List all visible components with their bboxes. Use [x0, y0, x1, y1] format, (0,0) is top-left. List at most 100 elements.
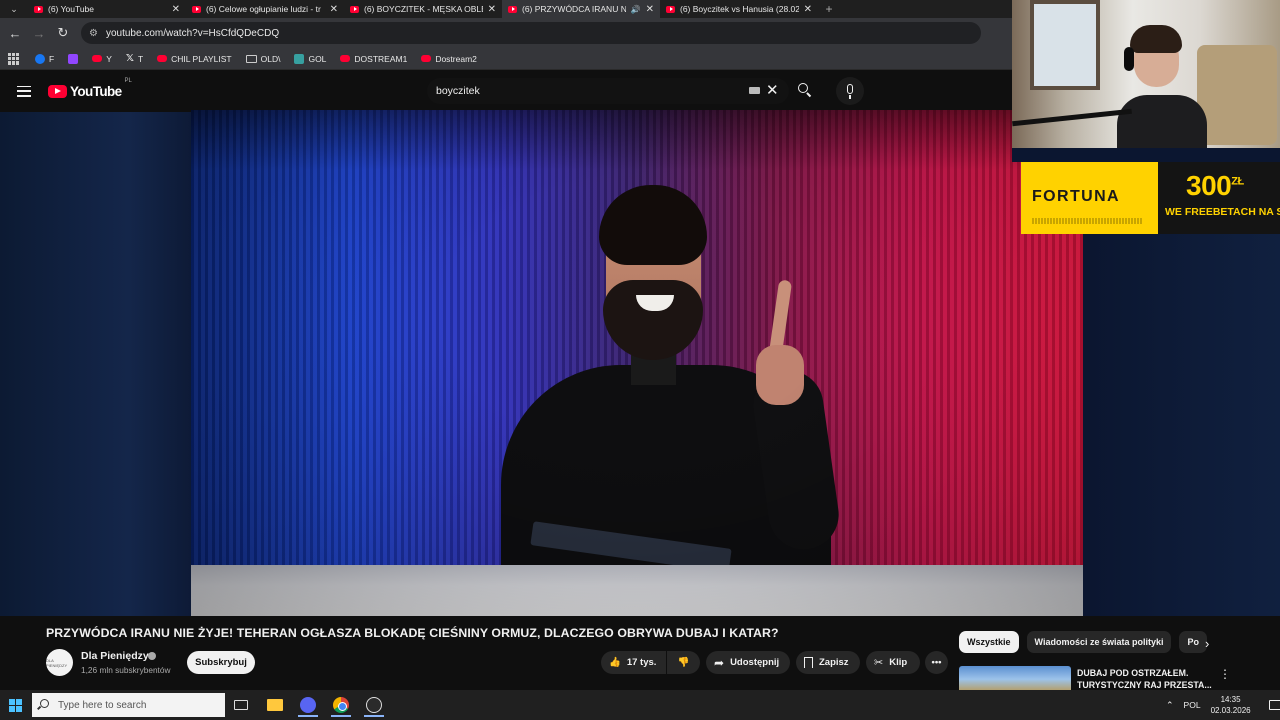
- tab-title: (6) YouTube: [48, 4, 94, 14]
- video-player[interactable]: [191, 110, 1083, 616]
- tab-title: (6) BOYCZITEK - MĘSKA OBLEŚ: [364, 4, 483, 14]
- bookmark-x[interactable]: 𝕏T: [121, 50, 148, 68]
- bookmark-folder-old[interactable]: OLD\: [241, 50, 286, 68]
- notification-icon[interactable]: [1268, 700, 1280, 710]
- browser-tab-active[interactable]: (6) PRZYWÓDCA IRANU NI 🔊 ✕: [502, 0, 660, 18]
- keyboard-icon[interactable]: [749, 87, 760, 94]
- chip-all[interactable]: Wszystkie: [959, 631, 1019, 653]
- search-input[interactable]: boyczitek ✕: [427, 78, 789, 104]
- bookmark-label: GOL: [308, 53, 327, 64]
- bookmark-label: OLD\: [260, 53, 281, 64]
- folder-icon: [267, 699, 283, 711]
- close-icon[interactable]: ✕: [172, 4, 180, 15]
- ad-amount: 300ZŁ: [1186, 170, 1244, 202]
- browser-toolbar: ← → ↻ ⚙ youtube.com/watch?v=HsCfdQDeCDQ: [0, 18, 1012, 48]
- url-text: youtube.com/watch?v=HsCfdQDeCDQ: [105, 27, 280, 39]
- reload-icon: ↻: [57, 25, 69, 40]
- browser-tab[interactable]: (6) Celowe ogłupianie ludzi - tr ✕: [186, 0, 344, 18]
- youtube-play-icon: [48, 84, 67, 98]
- bookmark-dostream1[interactable]: DOSTREAM1: [335, 50, 412, 68]
- dislike-button[interactable]: 👎: [667, 651, 700, 674]
- video-thumbnail[interactable]: [959, 666, 1071, 690]
- channel-avatar[interactable]: DLA PIENIĘDZY: [46, 649, 73, 676]
- close-icon[interactable]: ✕: [488, 4, 496, 15]
- clock[interactable]: 14:35 02.03.2026: [1211, 694, 1251, 716]
- thumbs-up-icon: 👍: [609, 657, 621, 668]
- plus-icon: +: [825, 2, 833, 16]
- chip-politics-news[interactable]: Wiadomości ze świata polityki: [1026, 631, 1172, 653]
- task-view-button[interactable]: [227, 693, 255, 717]
- bookmark-youtube[interactable]: Y: [87, 50, 117, 68]
- chip-partial[interactable]: Po: [1179, 631, 1207, 653]
- facebook-icon: [35, 53, 45, 64]
- address-bar[interactable]: ⚙ youtube.com/watch?v=HsCfdQDeCDQ: [81, 22, 981, 44]
- language-indicator[interactable]: POL: [1184, 700, 1201, 710]
- webcam-overlay: [1012, 0, 1280, 148]
- obs-icon: [300, 697, 316, 713]
- windows-start-icon[interactable]: [9, 699, 22, 712]
- channel-name[interactable]: Dla Pieniędzy: [81, 650, 149, 662]
- voice-search-button[interactable]: [836, 77, 864, 105]
- bookmark-dostream2[interactable]: Dostream2: [416, 50, 482, 68]
- ad-currency: ZŁ: [1231, 175, 1244, 188]
- clock-date: 02.03.2026: [1210, 706, 1251, 715]
- forward-button[interactable]: →: [27, 21, 51, 45]
- subscribe-button[interactable]: Subskrybuj: [187, 651, 255, 674]
- close-icon[interactable]: ✕: [804, 4, 812, 15]
- chevron-right-icon[interactable]: ›: [1205, 636, 1209, 651]
- app-icon: [366, 697, 382, 713]
- share-label: Udostępnij: [730, 657, 780, 668]
- save-button[interactable]: Zapisz: [796, 651, 860, 674]
- folder-icon: [245, 54, 257, 63]
- like-button[interactable]: 👍 17 tys.: [601, 651, 666, 674]
- youtube-favicon-icon: [666, 5, 675, 13]
- clip-label: Klip: [889, 657, 908, 668]
- apps-grid-icon[interactable]: [8, 52, 20, 65]
- recommended-video-title[interactable]: DUBAJ POD OSTRZAŁEM. TURYSTYCZNY RAJ PRZ…: [1077, 667, 1217, 691]
- verified-icon: [148, 652, 156, 660]
- menu-icon[interactable]: [17, 85, 31, 97]
- thumbs-down-icon: 👎: [677, 657, 690, 668]
- bookmark-label: T: [137, 53, 144, 64]
- speaker-icon[interactable]: 🔊: [631, 5, 641, 14]
- search-button[interactable]: [795, 80, 815, 100]
- clear-search-icon[interactable]: ✕: [766, 81, 779, 99]
- tab-title: (6) PRZYWÓDCA IRANU NI: [522, 4, 626, 14]
- chrome-button[interactable]: [327, 693, 355, 717]
- youtube-logo[interactable]: YouTube PL: [48, 78, 132, 99]
- clock-time: 14:35: [1220, 695, 1241, 704]
- bookmark-label: Dostream2: [435, 53, 477, 64]
- logo-wordmark: YouTube: [70, 83, 122, 99]
- recommended-video[interactable]: DUBAJ POD OSTRZAŁEM. TURYSTYCZNY RAJ PRZ…: [959, 665, 1259, 690]
- taskbar-search-input[interactable]: Type here to search: [32, 693, 225, 717]
- browser-tab[interactable]: (6) BOYCZITEK - MĘSKA OBLEŚ ✕: [344, 0, 502, 18]
- file-explorer-button[interactable]: [261, 693, 289, 717]
- more-actions-button[interactable]: •••: [925, 651, 948, 674]
- back-button[interactable]: ←: [3, 21, 27, 45]
- browser-tab[interactable]: (6) Boyczitek vs Hanusia (28.02. ✕: [660, 0, 818, 18]
- new-tab-button[interactable]: +: [818, 0, 840, 18]
- more-horizontal-icon: •••: [931, 657, 942, 668]
- browser-tab[interactable]: (6) YouTube ✕: [28, 0, 186, 18]
- avatar-text: DLA PIENIĘDZY: [46, 657, 68, 668]
- more-vertical-icon[interactable]: ⋮: [1219, 667, 1231, 681]
- app-button[interactable]: [360, 693, 388, 717]
- reload-button[interactable]: ↻: [51, 21, 75, 45]
- bookmark-label: DOSTREAM1: [354, 53, 408, 64]
- bookmark-gol[interactable]: GOL: [289, 50, 331, 68]
- tab-search-button[interactable]: ⌄: [0, 0, 28, 18]
- site-info-icon[interactable]: ⚙: [89, 28, 98, 39]
- search-query: boyczitek: [436, 85, 480, 97]
- clip-button[interactable]: ✂ Klip: [866, 651, 920, 674]
- bookmark-chil-playlist[interactable]: CHIL PLAYLIST: [152, 50, 236, 68]
- close-icon[interactable]: ✕: [330, 4, 338, 15]
- close-icon[interactable]: ✕: [646, 4, 654, 15]
- bookmark-facebook[interactable]: F: [30, 50, 59, 68]
- bookmark-twitch[interactable]: [63, 50, 83, 68]
- arrow-right-icon: →: [32, 25, 46, 41]
- share-button[interactable]: ➦ Udostępnij: [706, 651, 790, 674]
- bookmark-label: CHIL PLAYLIST: [171, 53, 232, 64]
- tab-title: (6) Celowe ogłupianie ludzi - tr: [206, 4, 321, 14]
- obs-button[interactable]: [294, 693, 322, 717]
- chevron-up-icon[interactable]: ⌃: [1166, 700, 1174, 711]
